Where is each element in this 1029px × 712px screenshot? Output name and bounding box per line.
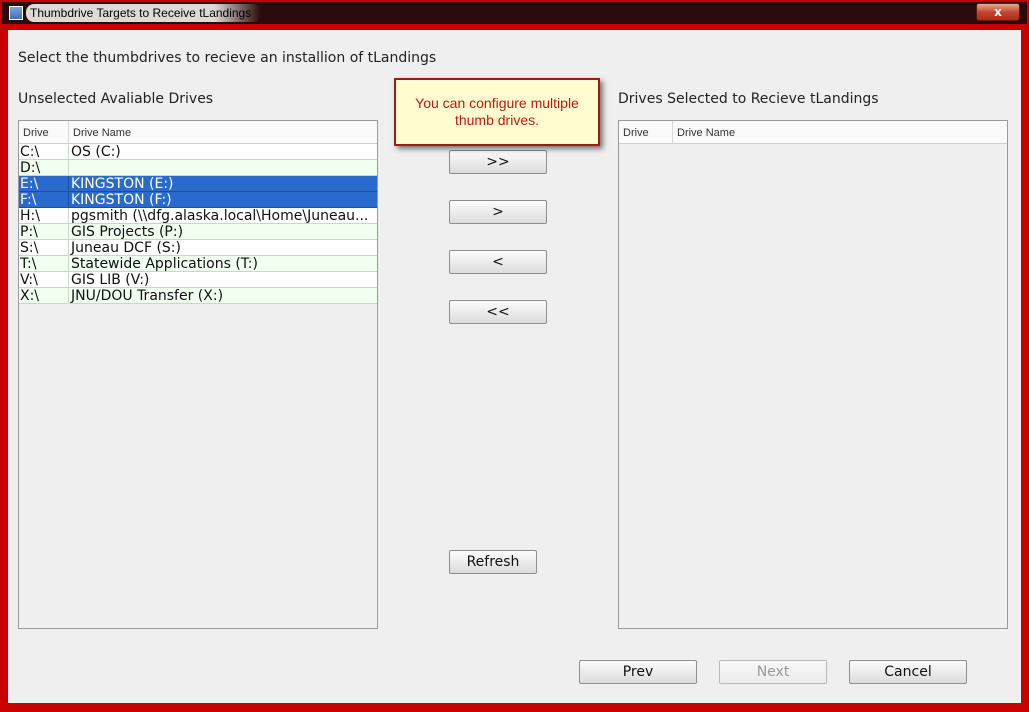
table-row[interactable]: S:\ Juneau DCF (S:) (19, 240, 377, 256)
table-row[interactable]: F:\ KINGSTON (F:) (19, 192, 377, 208)
drive-name-cell: KINGSTON (E:) (69, 176, 377, 192)
instruction-text: Select the thumbdrives to recieve an ins… (18, 50, 437, 66)
app-icon (9, 6, 23, 20)
table-row[interactable]: E:\ KINGSTON (E:) (19, 176, 377, 192)
column-header-drive-name[interactable]: Drive Name (69, 121, 377, 143)
table-row[interactable]: T:\ Statewide Applications (T:) (19, 256, 377, 272)
info-tooltip: You can configure multiple thumb drives. (394, 78, 600, 146)
refresh-button[interactable]: Refresh (449, 550, 537, 574)
unselected-drives-table[interactable]: Drive Drive Name C:\ OS (C:) D:\ E:\ KINGSTO… (18, 120, 378, 629)
table-row[interactable]: X:\ JNU/DOU Transfer (X:) (19, 288, 377, 304)
window-frame: Thumbdrive Targets to Receive tLandings … (0, 0, 1029, 712)
move-all-left-button[interactable]: << (449, 300, 547, 324)
drive-letter-cell: T:\ (19, 256, 69, 272)
table-row[interactable]: D:\ (19, 160, 377, 176)
drive-letter-cell: P:\ (19, 224, 69, 240)
drive-letter-cell: H:\ (19, 208, 69, 224)
prev-button[interactable]: Prev (579, 660, 697, 684)
column-header-drive[interactable]: Drive (619, 121, 673, 143)
drive-name-cell: Juneau DCF (S:) (69, 240, 377, 256)
tooltip-line-2: thumb drives. (454, 112, 540, 128)
drive-letter-cell: C:\ (19, 144, 69, 160)
drive-name-cell: Statewide Applications (T:) (69, 256, 377, 272)
table-row[interactable]: C:\ OS (C:) (19, 144, 377, 160)
drive-letter-cell: D:\ (19, 160, 69, 176)
cancel-button[interactable]: Cancel (849, 660, 967, 684)
close-button[interactable]: x (976, 3, 1020, 21)
table-row[interactable]: H:\ pgsmith (\\dfg.alaska.local\Home\June… (19, 208, 377, 224)
drive-letter-cell: S:\ (19, 240, 69, 256)
move-left-button[interactable]: < (449, 250, 547, 274)
drive-name-cell (69, 160, 377, 176)
unselected-drives-label: Unselected Avaliable Drives (18, 91, 214, 107)
selected-drives-label: Drives Selected to Recieve tLandings (618, 91, 879, 107)
drive-name-cell: JNU/DOU Transfer (X:) (69, 288, 377, 304)
title-bar[interactable]: Thumbdrive Targets to Receive tLandings … (2, 2, 1027, 24)
column-header-drive[interactable]: Drive (19, 121, 69, 143)
tooltip-line-1: You can configure multiple (415, 95, 579, 111)
drive-name-cell: pgsmith (\\dfg.alaska.local\Home\Juneau.… (69, 208, 377, 224)
column-header-drive-name[interactable]: Drive Name (673, 121, 1007, 143)
drive-name-cell: OS (C:) (69, 144, 377, 160)
move-right-button[interactable]: > (449, 200, 547, 224)
move-all-right-button[interactable]: >> (449, 150, 547, 174)
drive-letter-cell: X:\ (19, 288, 69, 304)
table-header: Drive Drive Name (19, 121, 377, 144)
drive-letter-cell: E:\ (19, 176, 69, 192)
drive-name-cell: KINGSTON (F:) (69, 192, 377, 208)
drive-letter-cell: V:\ (19, 272, 69, 288)
drive-name-cell: GIS LIB (V:) (69, 272, 377, 288)
drive-letter-cell: F:\ (19, 192, 69, 208)
window-title: Thumbdrive Targets to Receive tLandings (26, 4, 262, 22)
table-row[interactable]: V:\ GIS LIB (V:) (19, 272, 377, 288)
selected-drives-table[interactable]: Drive Drive Name (618, 120, 1008, 629)
drive-name-cell: GIS Projects (P:) (69, 224, 377, 240)
table-header: Drive Drive Name (619, 121, 1007, 144)
table-row[interactable]: P:\ GIS Projects (P:) (19, 224, 377, 240)
next-button[interactable]: Next (719, 660, 827, 684)
